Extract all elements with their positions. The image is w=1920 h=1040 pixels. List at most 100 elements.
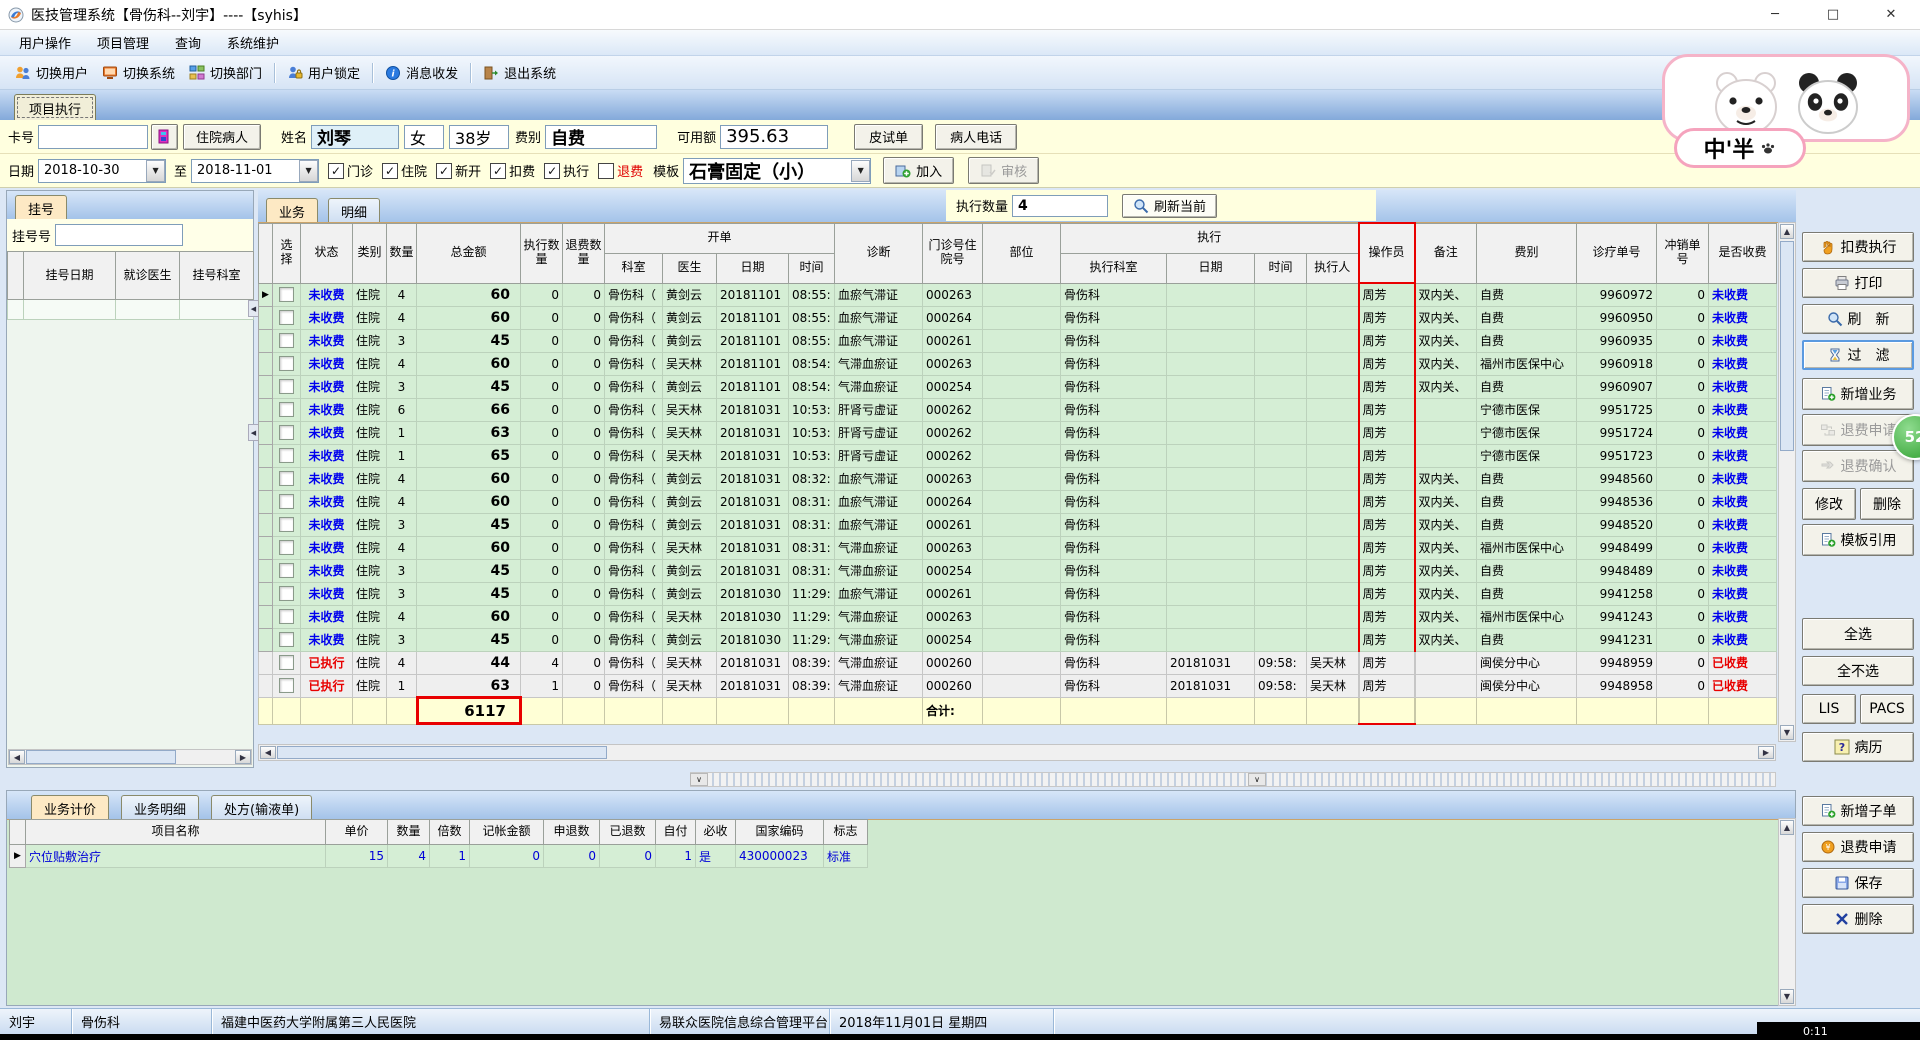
- row-checkbox[interactable]: [279, 517, 294, 532]
- table-row[interactable]: ▶ 未收费 住院 4 60 0 0 骨伤科（ 黄剑云 20181101 08:55: 血瘀气滞证 000…: [258, 282, 1778, 307]
- template-quote-button[interactable]: 模板引用: [1802, 524, 1914, 556]
- select-checkbox-cell[interactable]: [272, 604, 301, 629]
- checkbox-退费[interactable]: [598, 162, 615, 179]
- patient-phone-button[interactable]: 病人电话: [935, 123, 1018, 150]
- row-checkbox[interactable]: [279, 678, 294, 693]
- exec-quantity-input[interactable]: [1012, 194, 1109, 217]
- pricing-vscrollbar[interactable]: ▲ ▼: [1778, 818, 1796, 1006]
- scroll-left-icon[interactable]: ◀: [9, 750, 25, 764]
- pacs-button[interactable]: PACS: [1860, 694, 1914, 724]
- table-row[interactable]: 未收费 住院 3 45 0 0 骨伤科（ 黄剑云 20181031 08:31: 血瘀气滞证 0002…: [258, 512, 1778, 537]
- add-sub-order-button[interactable]: 新增子单: [1802, 796, 1914, 826]
- registration-no-input[interactable]: [55, 224, 184, 246]
- exit-system-button[interactable]: 退出系统: [476, 59, 563, 86]
- row-checkbox[interactable]: [279, 356, 294, 371]
- chevron-down-icon[interactable]: ▼: [299, 159, 319, 182]
- checkbox-住院[interactable]: ✓: [382, 162, 399, 179]
- scroll-thumb[interactable]: [1780, 241, 1794, 451]
- chevron-down-icon[interactable]: ▼: [146, 159, 166, 182]
- tab-detail[interactable]: 明细: [328, 198, 381, 222]
- skin-test-button[interactable]: 皮试单: [854, 123, 924, 150]
- minimize-button[interactable]: ─: [1746, 0, 1804, 30]
- menu-system-maintenance[interactable]: 系统维护: [214, 30, 292, 55]
- date-from-select[interactable]: 2018-10-30 ▼: [38, 158, 167, 183]
- audit-button[interactable]: 审核: [968, 157, 1040, 184]
- select-checkbox-cell[interactable]: [272, 535, 301, 560]
- checkbox-新开[interactable]: ✓: [436, 162, 453, 179]
- row-checkbox[interactable]: [279, 609, 294, 624]
- close-button[interactable]: ✕: [1862, 0, 1920, 30]
- tab-business[interactable]: 业务: [266, 198, 319, 222]
- card-lookup-button[interactable]: [151, 123, 179, 150]
- splitter-bar[interactable]: [690, 772, 1776, 787]
- lis-button[interactable]: LIS: [1802, 694, 1856, 724]
- menu-project-management[interactable]: 项目管理: [84, 30, 162, 55]
- row-checkbox[interactable]: [279, 310, 294, 325]
- scroll-right-icon[interactable]: ▶: [1758, 746, 1774, 759]
- scroll-down-icon[interactable]: ▼: [1780, 989, 1794, 1004]
- row-checkbox[interactable]: [279, 586, 294, 601]
- select-checkbox-cell[interactable]: [272, 305, 301, 330]
- print-button[interactable]: 打印: [1802, 268, 1914, 298]
- checkbox-执行[interactable]: ✓: [544, 162, 561, 179]
- checkbox-门诊[interactable]: ✓: [328, 162, 345, 179]
- card-no-input[interactable]: [38, 124, 149, 149]
- table-row[interactable]: 未收费 住院 4 60 0 0 骨伤科（ 吴天林 20181031 08:31: 气滞血瘀证 0002…: [258, 535, 1778, 560]
- table-row[interactable]: 未收费 住院 4 60 0 0 骨伤科（ 吴天林 20181101 08:54: 气滞血瘀证 0002…: [258, 351, 1778, 376]
- date-to-select[interactable]: 2018-11-01 ▼: [191, 158, 320, 183]
- user-lock-button[interactable]: 用户锁定: [280, 59, 367, 86]
- table-row[interactable]: 未收费 住院 1 65 0 0 骨伤科（ 吴天林 20181031 10:53: 肝肾亏虚证 0002…: [258, 443, 1778, 468]
- row-checkbox[interactable]: [279, 540, 294, 555]
- table-row[interactable]: 已执行 住院 4 44 4 0 骨伤科（ 吴天林 20181031 08:39: 气滞血瘀证 0002…: [258, 650, 1778, 675]
- table-row[interactable]: 未收费 住院 4 60 0 0 骨伤科（ 黄剑云 20181101 08:55: 血瘀气滞证 0002…: [258, 305, 1778, 330]
- table-row[interactable]: 未收费 住院 6 66 0 0 骨伤科（ 吴天林 20181031 10:53: 肝肾亏虚证 0002…: [258, 397, 1778, 422]
- deduct-execute-button[interactable]: 扣费执行: [1802, 232, 1914, 262]
- row-checkbox[interactable]: [279, 333, 294, 348]
- row-checkbox[interactable]: [279, 655, 294, 670]
- tab-prescription[interactable]: 处方(输液单): [211, 795, 313, 819]
- delete-button[interactable]: 删除: [1802, 904, 1914, 934]
- select-checkbox-cell[interactable]: [272, 351, 301, 376]
- row-checkbox[interactable]: [279, 494, 294, 509]
- business-vscrollbar[interactable]: ▲ ▼: [1778, 222, 1796, 742]
- table-row[interactable]: ▶ 穴位贴敷治疗 15 4 1 0 0 0 1 是 430000023 标准: [9, 844, 868, 868]
- row-checkbox[interactable]: [279, 425, 294, 440]
- delete-row-button[interactable]: 删除: [1860, 488, 1914, 520]
- tab-registration[interactable]: 挂号: [15, 195, 68, 219]
- refresh-current-button[interactable]: 刷新当前: [1122, 193, 1218, 218]
- medical-record-button[interactable]: ? 病历: [1802, 732, 1914, 762]
- menu-user-operations[interactable]: 用户操作: [6, 30, 84, 55]
- tab-business-detail[interactable]: 业务明细: [121, 795, 200, 819]
- select-checkbox-cell[interactable]: [272, 650, 301, 675]
- table-row[interactable]: 未收费 住院 3 45 0 0 骨伤科（ 黄剑云 20181030 11:29: 血瘀气滞证 0002…: [258, 581, 1778, 606]
- tab-project-execute[interactable]: 项目执行: [14, 94, 97, 120]
- row-checkbox[interactable]: [279, 632, 294, 647]
- table-row[interactable]: 未收费 住院 4 60 0 0 骨伤科（ 黄剑云 20181031 08:32: 血瘀气滞证 0002…: [258, 466, 1778, 491]
- select-all-button[interactable]: 全选: [1802, 618, 1914, 650]
- select-checkbox-cell[interactable]: [272, 512, 301, 537]
- scroll-up-icon[interactable]: ▲: [1780, 224, 1794, 239]
- splitter-collapse-icon[interactable]: ∨: [690, 773, 708, 786]
- scroll-down-icon[interactable]: ▼: [1780, 725, 1794, 740]
- row-checkbox[interactable]: [279, 471, 294, 486]
- inpatient-button[interactable]: 住院病人: [183, 123, 262, 150]
- table-row[interactable]: 已执行 住院 1 63 1 0 骨伤科（ 吴天林 20181031 08:39: 气滞血瘀证 0002…: [258, 673, 1778, 698]
- row-checkbox[interactable]: [279, 379, 294, 394]
- maximize-button[interactable]: □: [1804, 0, 1862, 30]
- business-hscrollbar[interactable]: ◀ ▶: [258, 744, 1776, 761]
- table-row[interactable]: 未收费 住院 1 63 0 0 骨伤科（ 吴天林 20181031 10:53: 肝肾亏虚证 0002…: [258, 420, 1778, 445]
- switch-system-button[interactable]: 切换系统: [95, 59, 182, 86]
- table-row[interactable]: 未收费 住院 3 45 0 0 骨伤科（ 黄剑云 20181101 08:55: 血瘀气滞证 0002…: [258, 328, 1778, 353]
- scroll-left-icon[interactable]: ◀: [260, 746, 276, 759]
- tab-business-pricing[interactable]: 业务计价: [31, 795, 110, 819]
- table-row[interactable]: 未收费 住院 4 60 0 0 骨伤科（ 吴天林 20181030 11:29: 气滞血瘀证 0002…: [258, 604, 1778, 629]
- switch-user-button[interactable]: 切换用户: [8, 59, 95, 86]
- select-checkbox-cell[interactable]: [272, 328, 301, 353]
- select-checkbox-cell[interactable]: [272, 627, 301, 652]
- table-row[interactable]: 未收费 住院 3 45 0 0 骨伤科（ 黄剑云 20181030 11:29: 气滞血瘀证 0002…: [258, 627, 1778, 652]
- save-button[interactable]: 保存: [1802, 868, 1914, 898]
- checkbox-扣费[interactable]: ✓: [490, 162, 507, 179]
- select-checkbox-cell[interactable]: [272, 282, 301, 307]
- message-button[interactable]: i 消息收发: [378, 59, 465, 86]
- add-button[interactable]: 加入: [883, 157, 955, 184]
